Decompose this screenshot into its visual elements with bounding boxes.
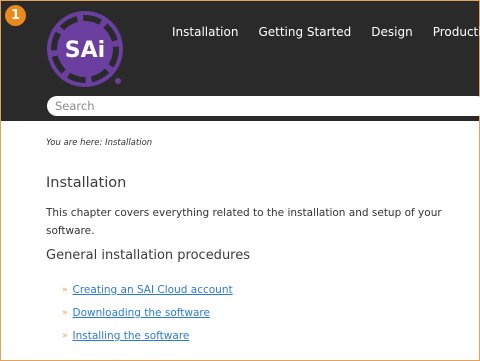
link-create-cloud-account[interactable]: Creating an SAI Cloud account: [73, 284, 233, 296]
chevron-right-icon: »: [62, 307, 68, 318]
step-badge: 1: [5, 5, 26, 26]
chevron-right-icon: »: [62, 330, 68, 341]
nav-installation[interactable]: Installation: [172, 24, 238, 40]
section-title: General installation procedures: [46, 248, 251, 263]
nav-design[interactable]: Design: [371, 24, 412, 40]
main-nav: Installation Getting Started Design Prod…: [172, 24, 480, 40]
nav-production[interactable]: Production: [433, 24, 480, 40]
procedure-links: » Creating an SAI Cloud account » Downlo…: [62, 278, 233, 347]
nav-getting-started[interactable]: Getting Started: [258, 24, 351, 40]
intro-text: This chapter covers everything related t…: [46, 207, 442, 237]
page-title: Installation: [46, 175, 127, 191]
link-download-software[interactable]: Downloading the software: [73, 307, 210, 319]
link-install-software[interactable]: Installing the software: [73, 330, 190, 342]
breadcrumb: You are here: Installation: [46, 138, 153, 148]
list-item: » Downloading the software: [62, 301, 233, 324]
site-header: SAi Installation Getting Started Design …: [1, 1, 480, 121]
sai-logo[interactable]: SAi: [45, 9, 125, 89]
logo-text: SAi: [65, 38, 105, 63]
chevron-right-icon: »: [62, 284, 68, 295]
list-item: » Installing the software: [62, 324, 233, 347]
list-item: » Creating an SAI Cloud account: [62, 278, 233, 301]
search-input[interactable]: [55, 98, 455, 114]
search-box: [47, 96, 480, 116]
